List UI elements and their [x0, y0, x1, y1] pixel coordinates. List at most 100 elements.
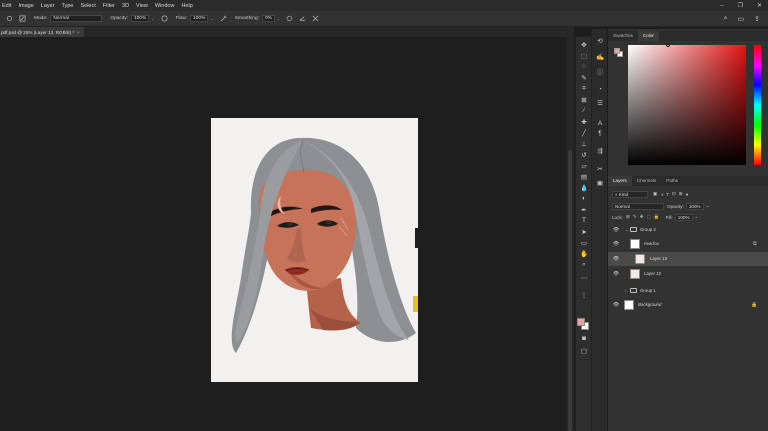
eraser-tool-icon[interactable]: ▱ — [579, 161, 589, 170]
quick-select-tool-icon[interactable]: ✎ — [579, 73, 589, 82]
channels-icon[interactable]: ⇶ — [596, 147, 604, 155]
layer-row-background[interactable]: 👁 Background 🔒 — [608, 298, 768, 312]
maximize-button[interactable]: ❐ — [738, 2, 743, 9]
menu-filter[interactable]: Filter — [103, 3, 115, 9]
flow-field[interactable]: 100% — [190, 15, 209, 22]
mode-select[interactable]: Normal — [50, 15, 103, 22]
visibility-eye-icon[interactable]: 👁 — [613, 241, 619, 247]
move-tool-icon[interactable]: ✥ — [579, 40, 589, 49]
search-icon[interactable]: ⌕ — [724, 15, 728, 23]
adjustments-icon[interactable]: ◔ — [596, 85, 604, 93]
tab-channels[interactable]: Channels — [632, 176, 661, 186]
chevron-right-icon[interactable]: › — [625, 288, 627, 294]
scrollbar-thumb[interactable] — [568, 150, 572, 431]
lock-transparent-icon[interactable]: ⊞ — [626, 214, 630, 220]
tools-preset-icon[interactable]: ✂ — [596, 165, 604, 173]
filter-toggle-icon[interactable]: ● — [686, 192, 689, 197]
chevron-down-icon[interactable]: ⌄ — [706, 203, 710, 209]
symmetry-icon[interactable] — [312, 15, 319, 22]
menu-type[interactable]: Type — [62, 3, 74, 9]
character-icon[interactable]: A — [596, 119, 604, 127]
brush-settings-icon[interactable] — [19, 15, 26, 22]
close-window-button[interactable]: ✕ — [757, 2, 762, 9]
chevron-down-icon[interactable]: ⌄ — [151, 16, 154, 21]
pressure-opacity-icon[interactable] — [161, 15, 168, 22]
airbrush-icon[interactable] — [220, 15, 227, 22]
paragraph-icon[interactable]: ¶ — [596, 129, 604, 137]
document-tab[interactable]: pdf.psd @ 25% (Layer 13, RGB/8) * × — [0, 27, 84, 37]
clone-stamp-tool-icon[interactable]: ⊥ — [579, 139, 589, 148]
healing-brush-tool-icon[interactable]: ✚ — [579, 117, 589, 126]
color-picker-field[interactable] — [628, 45, 746, 165]
tool-preset-icon[interactable] — [6, 15, 13, 22]
smart-filter-icon[interactable]: ⧉ — [753, 241, 757, 247]
visibility-eye-icon[interactable]: 👁 — [613, 256, 619, 262]
angle-icon[interactable] — [299, 15, 306, 22]
marquee-tool-icon[interactable]: ⬚ — [579, 51, 589, 60]
visibility-eye-icon[interactable]: 👁 — [613, 227, 619, 233]
more-tools-icon[interactable]: ⋯ — [579, 273, 589, 282]
menu-view[interactable]: View — [136, 3, 148, 9]
eyedropper-tool-icon[interactable]: ⁄ — [579, 106, 589, 115]
hue-slider[interactable] — [754, 45, 761, 165]
menu-3d[interactable]: 3D — [122, 3, 129, 9]
layer-row-group-1[interactable]: › Group 1 — [608, 284, 768, 298]
chevron-down-icon[interactable]: ⌄ — [625, 227, 629, 233]
share-icon[interactable]: ⇪ — [754, 15, 760, 23]
gear-icon[interactable] — [286, 15, 293, 22]
filter-adjustment-icon[interactable]: ◑ — [660, 192, 663, 197]
history-brush-tool-icon[interactable]: ↺ — [579, 150, 589, 159]
close-tab-icon[interactable]: × — [77, 30, 80, 35]
lock-position-icon[interactable]: ✥ — [640, 214, 644, 220]
menu-help[interactable]: Help — [181, 3, 192, 9]
edit-toolbar-icon[interactable]: ⋮ — [579, 290, 589, 299]
opacity-field[interactable]: 100% — [130, 15, 150, 22]
dodge-tool-icon[interactable]: ◐ — [579, 194, 589, 203]
layer-opacity-field[interactable]: 100% — [685, 202, 704, 210]
gradient-tool-icon[interactable]: ▤ — [579, 172, 589, 181]
zoom-tool-icon[interactable]: ⌕ — [579, 260, 589, 269]
lock-all-icon[interactable]: 🔒 — [654, 214, 660, 220]
workspace-icon[interactable]: ▭ — [738, 15, 745, 23]
lasso-tool-icon[interactable]: ◌ — [579, 62, 589, 71]
type-tool-icon[interactable]: T — [579, 216, 589, 225]
pen-tool-icon[interactable]: ✒ — [579, 205, 589, 214]
tab-paths[interactable]: Paths — [661, 176, 683, 186]
menu-image[interactable]: Image — [18, 3, 33, 9]
filter-type-icon[interactable]: T — [666, 192, 669, 197]
layer-row-group-2[interactable]: 👁 ⌄ Group 2 — [608, 223, 768, 237]
rectangle-tool-icon[interactable]: ▭ — [579, 238, 589, 247]
color-panel-fg-swatch[interactable] — [614, 48, 620, 54]
lock-artboard-icon[interactable]: ⬚ — [647, 214, 651, 220]
layer-row-layer-12[interactable]: 👁 Layer 12 — [608, 267, 768, 281]
blur-tool-icon[interactable]: 💧 — [579, 183, 589, 192]
tab-color[interactable]: Color — [637, 31, 659, 41]
info-icon[interactable]: ⓘ — [596, 67, 604, 76]
crop-tool-icon[interactable]: ⌗ — [579, 84, 589, 93]
path-select-tool-icon[interactable]: ➤ — [579, 227, 589, 236]
lock-image-icon[interactable]: ✎ — [633, 214, 637, 220]
fill-field[interactable]: 100% — [674, 213, 693, 221]
layer-kind-filter[interactable]: ⌕ Kind — [612, 190, 648, 198]
brush-tool-icon[interactable]: ╱ — [579, 128, 589, 137]
filter-pixel-icon[interactable]: ▣ — [653, 191, 657, 197]
filter-shape-icon[interactable]: ⊡ — [672, 191, 676, 197]
chevron-down-icon[interactable]: ⌄ — [277, 16, 280, 21]
chevron-down-icon[interactable]: ⌄ — [210, 16, 213, 21]
screen-mode-icon[interactable]: ▢ — [579, 346, 589, 355]
properties-icon[interactable]: ☰ — [596, 99, 604, 107]
tab-swatches[interactable]: Swatches — [608, 31, 638, 41]
artwork-portrait[interactable] — [211, 118, 418, 382]
tab-layers[interactable]: Layers — [608, 176, 632, 186]
menu-edit[interactable]: Edit — [2, 3, 11, 9]
minimize-button[interactable]: – — [720, 3, 723, 9]
quick-mask-icon[interactable]: ◙ — [579, 334, 589, 343]
visibility-eye-icon[interactable]: 👁 — [613, 271, 619, 277]
menu-window[interactable]: Window — [155, 3, 175, 9]
layer-row-new-fox[interactable]: 👁 new.fox ⧉ — [608, 237, 768, 251]
color-picker-cursor[interactable] — [666, 43, 670, 47]
visibility-eye-icon[interactable]: 👁 — [613, 302, 619, 308]
chevron-down-icon[interactable]: ⌄ — [695, 214, 699, 220]
layer-row-layer-13[interactable]: 👁 Layer 13 — [608, 252, 768, 266]
smoothing-field[interactable]: 0% — [261, 15, 275, 22]
